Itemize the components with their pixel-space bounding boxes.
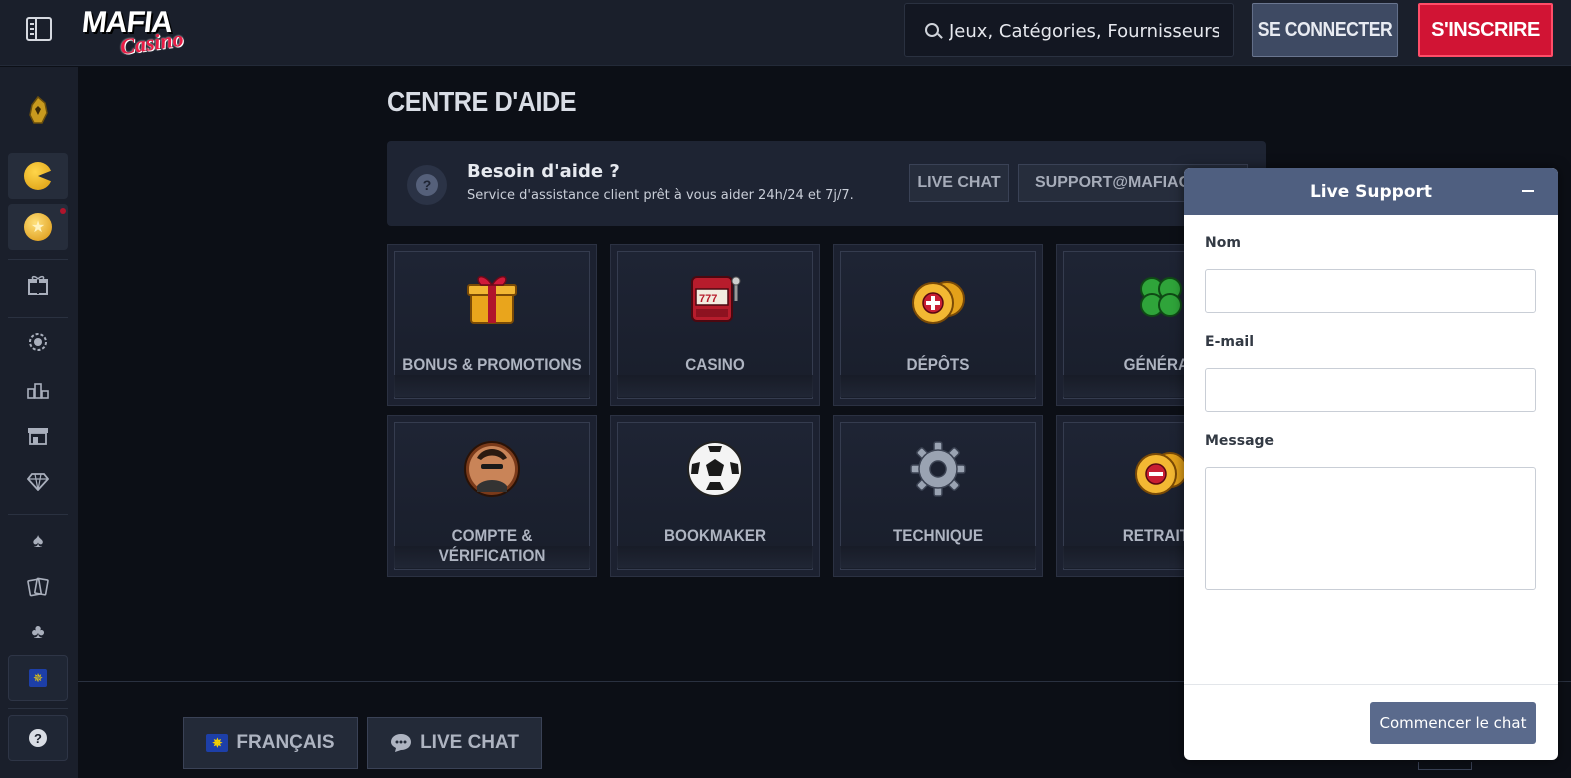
soccer-ball-icon: [687, 441, 743, 497]
minimize-icon[interactable]: [1522, 190, 1534, 192]
diamond-icon[interactable]: [8, 459, 68, 505]
banner-title: Besoin d'aide ?: [467, 161, 620, 182]
language-button[interactable]: ✵ FRANÇAIS: [183, 717, 358, 769]
message-field[interactable]: [1205, 467, 1536, 590]
badge-icon[interactable]: [8, 320, 68, 366]
footer-live-chat-label: LIVE CHAT: [420, 732, 519, 753]
category-card-account[interactable]: COMPTE & VÉRIFICATION: [387, 415, 597, 577]
widget-divider: [1184, 684, 1558, 685]
four-leaf-clover-icon: [1140, 277, 1182, 317]
name-field[interactable]: [1205, 269, 1536, 313]
star-coin-icon[interactable]: ★: [8, 204, 68, 250]
mafia-avatar-icon: [464, 441, 520, 497]
pacman-coin-icon[interactable]: [8, 153, 68, 199]
lion-emblem-icon[interactable]: [8, 87, 68, 133]
search-icon: [925, 23, 939, 37]
footer-live-chat-button[interactable]: LIVE CHAT: [367, 717, 542, 769]
email-field[interactable]: [1205, 368, 1536, 412]
top-bar: MAFIA Casino SE CONNECTER S'INSCRIRE: [0, 0, 1571, 66]
logo[interactable]: MAFIA Casino: [80, 6, 204, 59]
widget-header: Live Support: [1184, 168, 1558, 215]
gear-icon: [910, 441, 966, 497]
slot-machine-icon: 777: [691, 276, 741, 322]
login-button[interactable]: SE CONNECTER: [1251, 3, 1399, 57]
coins-minus-icon: [1135, 452, 1188, 495]
banner-subtitle: Service d'assistance client prêt à vous …: [467, 188, 854, 203]
sidebar-toggle-icon[interactable]: [26, 17, 52, 41]
search-box[interactable]: [904, 3, 1234, 57]
page-title: CENTRE D'AIDE: [387, 86, 577, 117]
category-card-technical[interactable]: TECHNIQUE: [833, 415, 1043, 577]
coins-plus-icon: [912, 281, 965, 324]
podium-icon[interactable]: [8, 367, 68, 413]
live-support-widget: Live Support Nom E-mail Message Commence…: [1184, 168, 1558, 760]
question-icon: ?: [407, 165, 447, 205]
spade-icon[interactable]: ♠: [8, 518, 68, 564]
widget-title: Live Support: [1309, 181, 1433, 202]
clover-icon[interactable]: ♣: [8, 609, 68, 655]
eu-flag-icon: ✵: [206, 734, 229, 752]
cards-icon[interactable]: [8, 564, 68, 610]
email-label: E-mail: [1205, 334, 1255, 350]
left-sidebar: ★ ♠ ♣ ✵ ?: [0, 67, 78, 778]
eu-flag-icon[interactable]: ✵: [8, 655, 68, 701]
category-label: DÉPÔTS: [906, 355, 970, 374]
notification-dot: [60, 208, 66, 214]
category-card-bonus[interactable]: BONUS & PROMOTIONS: [387, 244, 597, 406]
gift-icon[interactable]: [8, 262, 68, 308]
category-card-casino[interactable]: 777 CASINO: [610, 244, 820, 406]
category-card-deposits[interactable]: DÉPÔTS: [833, 244, 1043, 406]
help-icon[interactable]: ?: [8, 715, 68, 761]
search-input[interactable]: [949, 16, 1219, 46]
category-label: COMPTE & VÉRIFICATION: [438, 526, 546, 565]
banner-live-chat-button[interactable]: LIVE CHAT: [909, 164, 1009, 202]
start-chat-button[interactable]: Commencer le chat: [1370, 702, 1536, 744]
category-label: BONUS & PROMOTIONS: [402, 355, 582, 374]
name-label: Nom: [1205, 235, 1241, 251]
gift-box-icon: [467, 275, 517, 324]
shop-icon[interactable]: [8, 413, 68, 459]
svg-text:777: 777: [699, 293, 717, 305]
signup-button[interactable]: S'INSCRIRE: [1418, 3, 1553, 57]
category-card-bookmaker[interactable]: BOOKMAKER: [610, 415, 820, 577]
message-label: Message: [1205, 433, 1275, 449]
category-label: CASINO: [685, 355, 745, 374]
footer-button-edge: [1418, 762, 1472, 770]
category-label: TECHNIQUE: [892, 526, 984, 545]
language-label: FRANÇAIS: [236, 732, 335, 753]
chat-bubble-icon: [391, 734, 412, 752]
help-banner: ? Besoin d'aide ? Service d'assistance c…: [387, 141, 1266, 226]
category-label: BOOKMAKER: [663, 526, 767, 545]
